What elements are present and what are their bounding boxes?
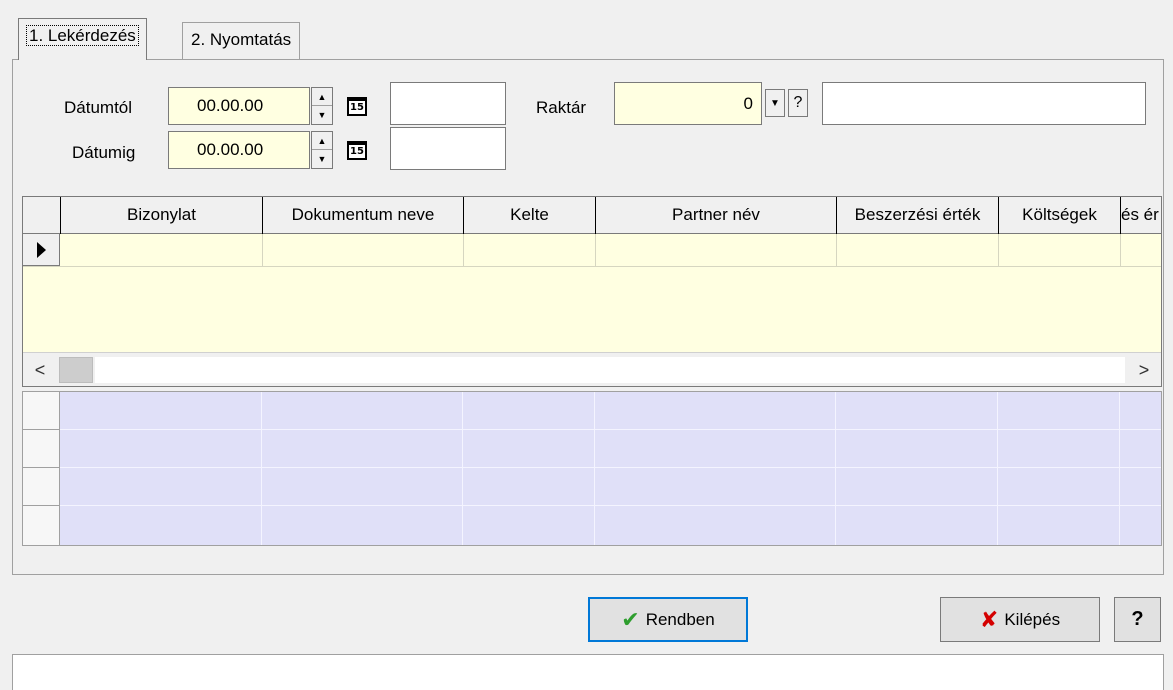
table-row[interactable] bbox=[23, 234, 1161, 267]
summary-row-header bbox=[23, 430, 60, 468]
column-header[interactable]: Beszerzési érték bbox=[837, 197, 999, 234]
summary-row-header bbox=[23, 468, 60, 506]
tab-print[interactable]: 2. Nyomtatás bbox=[182, 22, 301, 60]
date-to-input[interactable]: 00.00.00 bbox=[168, 131, 310, 169]
help-button[interactable]: ? bbox=[1114, 597, 1161, 642]
date-from-input[interactable]: 00.00.00 bbox=[168, 87, 310, 125]
status-bar bbox=[12, 654, 1164, 690]
scroll-right-icon[interactable]: > bbox=[1127, 353, 1161, 386]
scroll-track[interactable] bbox=[95, 357, 1125, 383]
dropdown-arrow-icon: ▼ bbox=[770, 97, 780, 109]
date-from-label: Dátumtól bbox=[64, 98, 133, 117]
summary-row bbox=[23, 430, 1161, 468]
table-cell[interactable] bbox=[999, 234, 1121, 266]
summary-row bbox=[23, 468, 1161, 506]
row-indicator[interactable] bbox=[23, 234, 60, 266]
horizontal-scrollbar[interactable]: < > bbox=[23, 352, 1161, 386]
scroll-left-icon[interactable]: < bbox=[23, 353, 57, 386]
ok-button-label: Rendben bbox=[645, 609, 715, 629]
summary-row-header bbox=[23, 506, 60, 545]
summary-grid bbox=[22, 391, 1162, 546]
column-header[interactable]: és ér bbox=[1121, 197, 1161, 234]
table-cell[interactable] bbox=[837, 234, 999, 266]
date-to-extra-field[interactable] bbox=[390, 127, 506, 170]
date-to-label: Dátumig bbox=[72, 143, 136, 162]
date-from-spinner[interactable]: ▲ ▼ bbox=[311, 87, 333, 125]
exit-button[interactable]: ✘ Kilépés bbox=[940, 597, 1100, 642]
calendar-icon: 15 bbox=[347, 96, 367, 116]
table-cell[interactable] bbox=[464, 234, 596, 266]
column-header[interactable]: Költségek bbox=[999, 197, 1121, 234]
summary-row bbox=[23, 392, 1161, 430]
warehouse-label: Raktár bbox=[536, 98, 587, 117]
spin-down-icon[interactable]: ▼ bbox=[312, 106, 332, 124]
warehouse-input[interactable]: 0 bbox=[614, 82, 762, 125]
table-cell[interactable] bbox=[596, 234, 837, 266]
date-from-calendar-button[interactable]: 15 bbox=[344, 93, 370, 119]
header-corner bbox=[23, 197, 61, 234]
tab-print-label: 2. Nyomtatás bbox=[191, 30, 292, 49]
table-cell[interactable] bbox=[61, 234, 263, 266]
spin-up-icon[interactable]: ▲ bbox=[312, 132, 332, 150]
date-to-spinner[interactable]: ▲ ▼ bbox=[311, 131, 333, 169]
help-button-label: ? bbox=[1131, 608, 1144, 630]
column-header[interactable]: Partner név bbox=[596, 197, 837, 234]
row-pointer-icon bbox=[37, 241, 46, 258]
table-cell[interactable] bbox=[263, 234, 464, 266]
warehouse-name-field[interactable] bbox=[822, 82, 1146, 125]
calendar-icon: 15 bbox=[347, 140, 367, 160]
column-header[interactable]: Dokumentum neve bbox=[263, 197, 464, 234]
date-to-calendar-button[interactable]: 15 bbox=[344, 137, 370, 163]
check-icon: ✔ bbox=[621, 606, 640, 632]
documents-grid[interactable]: Bizonylat Dokumentum neve Kelte Partner … bbox=[22, 196, 1162, 387]
warehouse-dropdown-button[interactable]: ▼ bbox=[765, 89, 785, 117]
tab-query[interactable]: 1. Lekérdezés bbox=[18, 18, 147, 60]
grid-header: Bizonylat Dokumentum neve Kelte Partner … bbox=[23, 197, 1161, 234]
scroll-thumb[interactable] bbox=[59, 357, 93, 383]
column-header[interactable]: Bizonylat bbox=[61, 197, 263, 234]
spin-up-icon[interactable]: ▲ bbox=[312, 88, 332, 106]
spin-down-icon[interactable]: ▼ bbox=[312, 150, 332, 168]
warehouse-lookup-label: ? bbox=[793, 94, 803, 111]
warehouse-lookup-button[interactable]: ? bbox=[788, 89, 808, 117]
ok-button[interactable]: ✔ Rendben bbox=[588, 597, 748, 642]
date-from-extra-field[interactable] bbox=[390, 82, 506, 125]
column-header[interactable]: Kelte bbox=[464, 197, 596, 234]
summary-row-header bbox=[23, 392, 60, 430]
tab-query-label: 1. Lekérdezés bbox=[26, 25, 139, 46]
exit-button-label: Kilépés bbox=[1004, 609, 1061, 629]
summary-row bbox=[23, 506, 1161, 544]
x-icon: ✘ bbox=[979, 606, 999, 632]
